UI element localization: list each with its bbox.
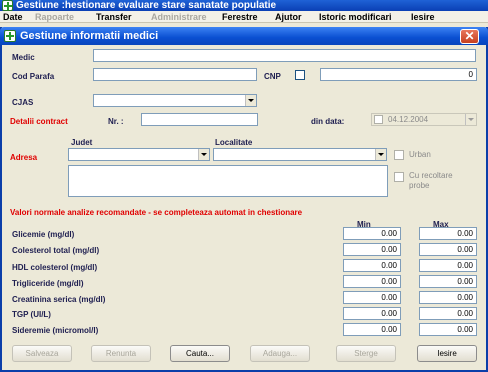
- nr-contract-input[interactable]: [141, 113, 258, 126]
- cnp-checkbox[interactable]: [295, 70, 305, 80]
- glicemie-label: Glicemie (mg/dl): [12, 230, 75, 239]
- glicemie-max-input[interactable]: 0.00: [419, 227, 477, 240]
- medic-label: Medic: [12, 53, 35, 62]
- recoltare-label-1: Cu recoltare: [409, 171, 453, 180]
- glicemie-min-input[interactable]: 0.00: [343, 227, 401, 240]
- adauga-button[interactable]: Adauga...: [250, 345, 310, 362]
- adresa-label: Adresa: [10, 153, 38, 162]
- chevron-down-icon[interactable]: [465, 114, 476, 125]
- localitate-select[interactable]: [213, 148, 387, 161]
- adresa-detalii-textarea[interactable]: [68, 165, 388, 197]
- colesterol-total-max-input[interactable]: 0.00: [419, 243, 477, 256]
- app-title-bar: Gestiune :hestionare evaluare stare sana…: [0, 0, 488, 11]
- creatinina-max-input[interactable]: 0.00: [419, 291, 477, 304]
- hdl-colesterol-label: HDL colesterol (mg/dl): [12, 263, 98, 272]
- menu-iesire[interactable]: Iesire: [411, 11, 435, 23]
- chevron-down-icon[interactable]: [245, 95, 256, 106]
- menu-date[interactable]: Date: [3, 11, 23, 23]
- medic-input[interactable]: [93, 49, 476, 62]
- close-button[interactable]: ✕: [460, 29, 479, 44]
- din-data-label: din data:: [311, 117, 345, 126]
- menu-rapoarte[interactable]: Rapoarte: [35, 11, 74, 23]
- dialog-title: Gestiune informatii medici: [20, 30, 159, 42]
- localitate-label: Localitate: [215, 138, 253, 147]
- salveaza-button[interactable]: Salveaza: [12, 345, 72, 362]
- din-data-checkbox[interactable]: [374, 115, 383, 124]
- renunta-button[interactable]: Renunta: [91, 345, 151, 362]
- menu-transfer[interactable]: Transfer: [96, 11, 132, 23]
- cjas-select[interactable]: [93, 94, 257, 107]
- tgp-min-input[interactable]: 0.00: [343, 307, 401, 320]
- judet-label: Judet: [71, 138, 93, 147]
- menu-ajutor[interactable]: Ajutor: [275, 11, 302, 23]
- sideremie-max-input[interactable]: 0.00: [419, 323, 477, 336]
- chevron-down-icon[interactable]: [375, 149, 386, 160]
- menu-ferestre[interactable]: Ferestre: [222, 11, 258, 23]
- menu-administrare[interactable]: Administrare: [151, 11, 207, 23]
- cod-parafa-input[interactable]: [93, 68, 257, 81]
- dialog-title-bar[interactable]: Gestiune informatii medici: [0, 27, 488, 45]
- sideremie-label: Sideremie (micromol/l): [12, 326, 99, 335]
- sideremie-min-input[interactable]: 0.00: [343, 323, 401, 336]
- creatinina-min-input[interactable]: 0.00: [343, 291, 401, 304]
- cod-parafa-label: Cod Parafa: [12, 72, 55, 81]
- recoltare-probe-checkbox[interactable]: [394, 172, 404, 182]
- tgp-max-input[interactable]: 0.00: [419, 307, 477, 320]
- sterge-button[interactable]: Sterge: [336, 345, 396, 362]
- urban-checkbox[interactable]: [394, 150, 404, 160]
- trigliceride-label: Trigliceride (mg/dl): [12, 279, 84, 288]
- cjas-label: CJAS: [12, 98, 34, 107]
- chevron-down-icon[interactable]: [198, 149, 209, 160]
- tgp-label: TGP (UI/L): [12, 310, 51, 319]
- recoltare-label-2: probe: [409, 181, 430, 190]
- dialog-plus-icon: [4, 30, 16, 42]
- creatinina-label: Creatinina serica (mg/dl): [12, 295, 106, 304]
- din-data-value: 04.12.2004: [388, 115, 429, 124]
- iesire-button[interactable]: Iesire: [417, 345, 477, 362]
- analize-heading: Valori normale analize recomandate - se …: [10, 208, 303, 217]
- urban-label: Urban: [409, 150, 431, 159]
- detalii-contract-label: Detalii contract: [10, 117, 68, 126]
- cnp-input[interactable]: 0: [320, 68, 477, 81]
- hdl-colesterol-max-input[interactable]: 0.00: [419, 259, 477, 272]
- trigliceride-max-input[interactable]: 0.00: [419, 275, 477, 288]
- colesterol-total-min-input[interactable]: 0.00: [343, 243, 401, 256]
- nr-label: Nr. :: [108, 117, 124, 126]
- app-title: Gestiune :hestionare evaluare stare sana…: [16, 0, 277, 11]
- menu-bar: Date Rapoarte Transfer Administrare Fere…: [0, 11, 488, 23]
- din-data-picker[interactable]: 04.12.2004: [371, 113, 477, 126]
- menu-istoric-modificari[interactable]: Istoric modificari: [319, 11, 392, 23]
- colesterol-total-label: Colesterol total (mg/dl): [12, 246, 100, 255]
- hdl-colesterol-min-input[interactable]: 0.00: [343, 259, 401, 272]
- cauta-button[interactable]: Cauta...: [170, 345, 230, 362]
- close-icon: ✕: [464, 29, 475, 43]
- trigliceride-min-input[interactable]: 0.00: [343, 275, 401, 288]
- judet-select[interactable]: [68, 148, 210, 161]
- cnp-label: CNP: [264, 72, 281, 81]
- app-plus-icon: [2, 0, 13, 11]
